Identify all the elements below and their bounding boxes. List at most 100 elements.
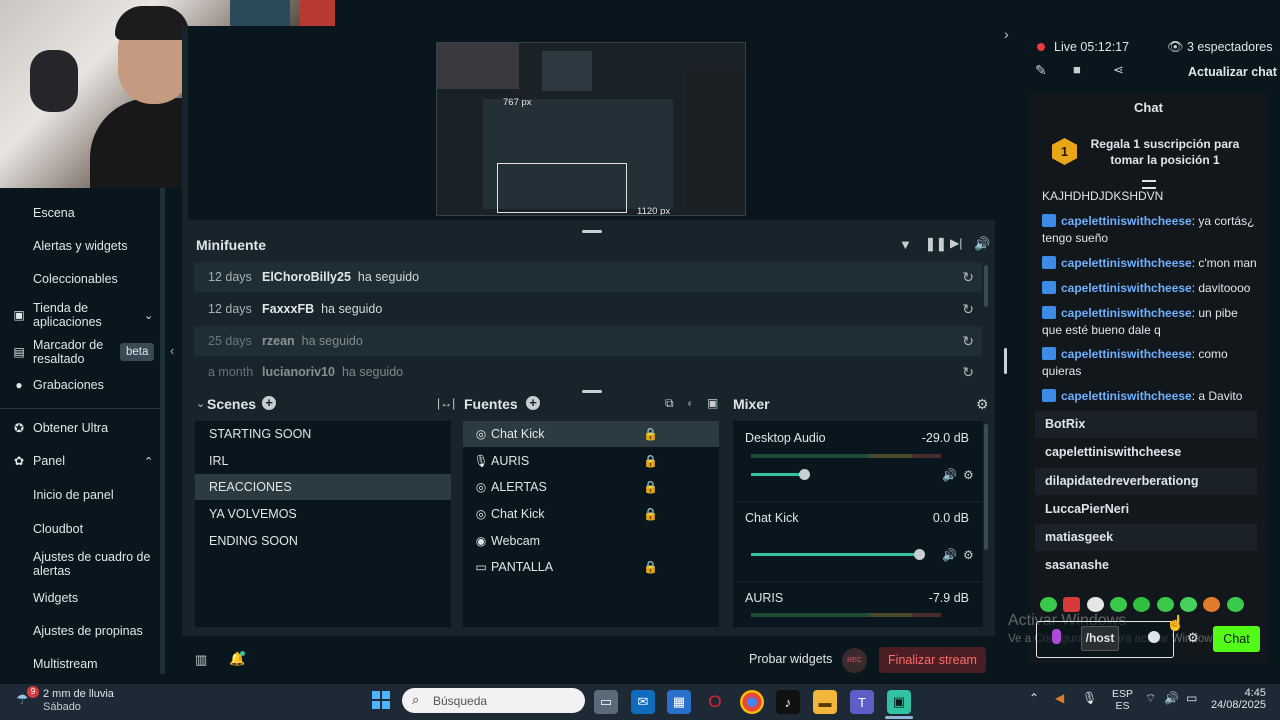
emote-icon[interactable]	[1133, 597, 1150, 612]
speaker-icon[interactable]: 🔊	[942, 468, 957, 482]
add-source-icon[interactable]: +	[526, 396, 540, 410]
refresh-chat-button[interactable]: Actualizar chat	[1188, 65, 1277, 79]
sidebar-item-grabaciones[interactable]: ● Grabaciones	[0, 378, 160, 392]
scene-item[interactable]: IRL	[195, 448, 451, 474]
test-widgets-button[interactable]: Probar widgets	[749, 652, 832, 666]
resize-handle[interactable]	[582, 230, 602, 233]
chevron-right-icon[interactable]: ›	[1004, 26, 1009, 42]
sidebar-item-inicio-panel[interactable]: Inicio de panel	[0, 488, 160, 502]
viewer-list-item[interactable]: BotRix	[1035, 411, 1257, 438]
vertical-resize-handle[interactable]	[1004, 348, 1007, 374]
emote-icon[interactable]	[1157, 597, 1174, 612]
lock-icon[interactable]: 🔒	[643, 427, 658, 441]
stats-icon[interactable]: ▥	[195, 652, 207, 668]
source-item-selected[interactable]: ◎ Chat Kick 🔒	[463, 421, 719, 447]
lock-icon[interactable]: 🔒	[643, 480, 658, 494]
chevron-up-icon[interactable]: ⌃	[144, 455, 153, 468]
gift-subscription-banner[interactable]: Regala 1 suscripción para tomar la posic…	[1088, 136, 1242, 168]
gear-icon[interactable]: ⚙	[963, 468, 974, 482]
source-item[interactable]: ◉ Webcam	[463, 528, 719, 554]
chevron-down-icon[interactable]: ⌄	[196, 397, 205, 410]
sidebar-item-widgets[interactable]: Widgets	[0, 591, 160, 605]
speaker-icon[interactable]: 🔊	[942, 548, 957, 562]
emote-icon[interactable]	[1203, 597, 1220, 612]
sidebar-item-cloudbot[interactable]: Cloudbot	[0, 522, 160, 536]
end-stream-button[interactable]: Finalizar stream	[879, 647, 986, 673]
replay-icon[interactable]: ↻	[962, 269, 974, 286]
source-settings-icon[interactable]: ⧉	[665, 396, 674, 411]
sidebar-item-multistream[interactable]: Multistream	[0, 657, 160, 671]
streamlabs-icon[interactable]: ▣	[887, 690, 911, 714]
chat-input-value[interactable]: /host	[1081, 626, 1119, 651]
scene-item[interactable]: YA VOLVEMOS	[195, 501, 451, 527]
windows-start-icon[interactable]	[372, 691, 390, 709]
chrome-icon[interactable]	[740, 690, 764, 714]
sidebar-item-alertas[interactable]: Alertas y widgets	[0, 239, 160, 253]
rec-button[interactable]: REC	[842, 648, 867, 673]
clock[interactable]: 4:45 24/08/2025	[1210, 687, 1266, 711]
scene-item[interactable]: STARTING SOON	[195, 421, 451, 447]
source-item[interactable]: ◎ Chat Kick 🔒	[463, 501, 719, 527]
collapse-sidebar-icon[interactable]: ‹	[170, 343, 174, 358]
emoji-icon[interactable]	[1148, 631, 1160, 643]
volume-slider[interactable]	[751, 553, 921, 556]
battery-icon[interactable]: ▭	[1186, 691, 1197, 705]
sidebar-item-panel[interactable]: ✿ Panel ⌃	[0, 454, 160, 468]
weather-text[interactable]: 2 mm de lluvia	[43, 688, 114, 700]
emote-icon[interactable]	[1087, 597, 1104, 612]
sidebar-item-ultra[interactable]: ✪ Obtener Ultra	[0, 421, 160, 435]
scene-item[interactable]: ENDING SOON	[195, 528, 451, 554]
lock-icon[interactable]: 🔒	[643, 507, 658, 521]
send-chat-button[interactable]: Chat	[1213, 626, 1260, 652]
sidebar-item-tienda[interactable]: ▣ Tienda de aplicaciones ⌄	[0, 301, 160, 329]
volume-knob[interactable]	[799, 469, 810, 480]
add-scene-icon[interactable]: +	[262, 396, 276, 410]
emote-icon[interactable]	[1063, 597, 1080, 612]
taskbar-search[interactable]	[402, 688, 585, 713]
volume-slider[interactable]	[751, 473, 805, 476]
viewer-list-item[interactable]: capelettiniswithcheese	[1035, 439, 1257, 466]
opera-icon[interactable]: O	[703, 690, 727, 714]
sidebar-item-ajustes-alertas[interactable]: Ajustes de cuadro de alertas	[0, 550, 160, 578]
language-indicator[interactable]: ESP ES	[1112, 688, 1133, 712]
mixer-scrollbar[interactable]	[984, 424, 988, 550]
replay-icon[interactable]: ↻	[962, 333, 974, 350]
volume-icon[interactable]: 🔊	[974, 236, 990, 252]
chevron-down-icon[interactable]: ⌄	[144, 309, 153, 322]
source-item[interactable]: 🎙 AURIS 🔒	[463, 448, 719, 474]
sidebar-item-escena[interactable]: Escena	[0, 206, 160, 220]
store-app-icon[interactable]: ▦	[667, 690, 691, 714]
sidebar-item-coleccionables[interactable]: Coleccionables	[0, 272, 160, 286]
collapse-panel-icon[interactable]: |↔|	[437, 396, 455, 410]
sidebar-item-propinas[interactable]: Ajustes de propinas	[0, 624, 160, 638]
viewer-list-item[interactable]: sasanashe	[1035, 552, 1257, 579]
share-icon[interactable]: ⋖	[1113, 62, 1124, 78]
lock-icon[interactable]: 🔒	[643, 454, 658, 468]
sidebar-item-marcador[interactable]: ▤ Marcador de resaltado beta	[0, 338, 160, 366]
source-item[interactable]: ◎ ALERTAS 🔒	[463, 474, 719, 500]
gear-icon[interactable]: ⚙	[963, 548, 974, 562]
emote-icon[interactable]	[1180, 597, 1197, 612]
emote-icon[interactable]	[1110, 597, 1127, 612]
wifi-icon[interactable]: ⌔	[1145, 691, 1156, 706]
minifuente-scrollbar[interactable]	[984, 265, 988, 307]
sidebar-scrollbar[interactable]	[160, 188, 165, 674]
microphone-tray-icon[interactable]: 🎙	[1082, 691, 1097, 705]
task-view-icon[interactable]: ▭	[594, 690, 618, 714]
tray-app-icon[interactable]: ◀	[1055, 691, 1064, 705]
replay-icon[interactable]: ↻	[962, 301, 974, 318]
teams-icon[interactable]: T	[850, 690, 874, 714]
chevron-up-icon[interactable]: ⌃	[1029, 691, 1039, 705]
tiktok-icon[interactable]: ♪	[776, 690, 800, 714]
mixer-settings-icon[interactable]: ⚙	[976, 396, 989, 413]
emote-icon[interactable]	[1227, 597, 1244, 612]
add-folder-icon[interactable]: ▣	[707, 396, 718, 410]
lock-icon[interactable]: 🔒	[643, 560, 658, 574]
skip-icon[interactable]: ▶|	[950, 236, 962, 250]
camera-icon[interactable]: ■	[1073, 62, 1081, 77]
scene-item-selected[interactable]: REACCIONES	[195, 474, 451, 500]
resize-handle[interactable]	[582, 390, 602, 393]
volume-knob[interactable]	[914, 549, 925, 560]
viewer-list-item[interactable]: dilapidatedreverberationg	[1035, 468, 1257, 495]
source-item[interactable]: ▭ PANTALLA 🔒	[463, 554, 719, 580]
